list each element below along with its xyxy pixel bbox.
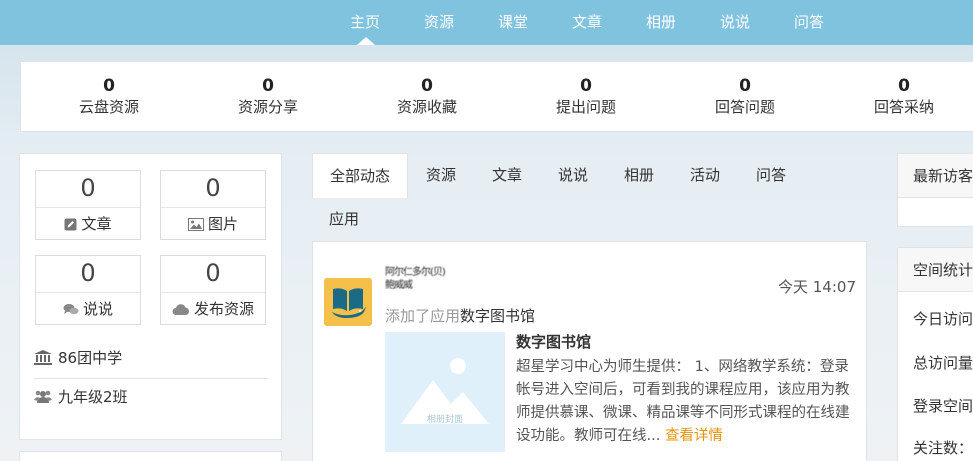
edit-icon bbox=[64, 216, 77, 236]
profile-panel-secondary bbox=[19, 451, 282, 461]
nav-albums[interactable]: 相册 bbox=[646, 0, 676, 45]
tab-resources[interactable]: 资源 bbox=[416, 153, 466, 198]
activity-tabs: 全部动态 资源 文章 说说 相册 活动 问答 应用 bbox=[312, 153, 867, 241]
stat-today-visits: 今日访问 bbox=[913, 310, 973, 328]
top-nav: 主页 资源 课堂 文章 相册 说说 问答 bbox=[0, 0, 973, 45]
image-icon bbox=[187, 216, 204, 236]
comments-icon bbox=[63, 301, 79, 321]
tile-label: 文章 bbox=[81, 215, 112, 233]
stat-cloud-resources[interactable]: 0 云盘资源 bbox=[49, 76, 169, 118]
tile-divider bbox=[161, 292, 265, 293]
tile-count: 0 bbox=[80, 259, 96, 287]
cloud-icon bbox=[172, 301, 190, 321]
school-name: 86团中学 bbox=[58, 349, 123, 367]
stat-value: 0 bbox=[739, 76, 751, 96]
tab-qa[interactable]: 问答 bbox=[746, 153, 796, 198]
tab-activities[interactable]: 活动 bbox=[680, 153, 730, 198]
space-stats-panel: 空间统计 今日访问 总访问量 登录空间 关注数： bbox=[897, 247, 973, 461]
tile-count: 0 bbox=[205, 174, 221, 202]
stat-value: 0 bbox=[898, 76, 910, 96]
divider bbox=[34, 378, 268, 379]
stat-value: 0 bbox=[103, 76, 115, 96]
tile-articles[interactable]: 0 文章 bbox=[35, 170, 141, 240]
stat-label: 资源收藏 bbox=[396, 98, 457, 116]
user-name[interactable]: ​阿尔仁多尔(贝) ​​​​鲍威威 bbox=[385, 266, 446, 292]
tab-albums[interactable]: 相册 bbox=[614, 153, 664, 198]
school-row: 86团中学 bbox=[34, 348, 122, 370]
view-details-link[interactable]: 查看详情 bbox=[665, 428, 723, 444]
stat-shared-resources[interactable]: 0 资源分享 bbox=[208, 76, 328, 118]
activity-action: 添加了应用数字图书馆 bbox=[385, 305, 535, 326]
users-icon bbox=[34, 389, 52, 409]
tile-count: 0 bbox=[205, 259, 221, 287]
stat-label: 回答问题 bbox=[714, 98, 775, 116]
tab-all-activity[interactable]: 全部动态 bbox=[312, 153, 408, 198]
tile-publish-resource[interactable]: 0 发布资源 bbox=[160, 255, 266, 325]
image-placeholder-icon bbox=[401, 358, 489, 424]
tile-images[interactable]: 0 图片 bbox=[160, 170, 266, 240]
stat-followers: 关注数： bbox=[913, 439, 973, 457]
class-name: 九年级2班 bbox=[58, 388, 128, 406]
tile-divider bbox=[36, 292, 140, 293]
nav-posts[interactable]: 说说 bbox=[720, 0, 750, 45]
nav-qa[interactable]: 问答 bbox=[794, 0, 824, 45]
tile-divider bbox=[161, 207, 265, 208]
cover-label: 相册封面 bbox=[426, 415, 463, 425]
tile-label: 图片 bbox=[207, 215, 238, 233]
stat-value: 0 bbox=[580, 76, 592, 96]
action-text: 添加了应用 bbox=[385, 307, 461, 325]
activity-feed: ​阿尔仁多尔(贝) ​​​​鲍威威 今天 14:07 添加了应用数字图书馆 相册… bbox=[312, 241, 867, 461]
app-cover-image[interactable]: 相册封面 bbox=[385, 332, 505, 452]
stat-answers-accepted[interactable]: 0 回答采纳 bbox=[844, 76, 964, 118]
stat-value: 0 bbox=[262, 76, 274, 96]
tab-articles[interactable]: 文章 bbox=[482, 153, 532, 198]
stat-questions-asked[interactable]: 0 提出问题 bbox=[526, 76, 646, 118]
nav-classroom[interactable]: 课堂 bbox=[498, 0, 528, 45]
nav-resources[interactable]: 资源 bbox=[424, 0, 454, 45]
stat-questions-answered[interactable]: 0 回答问题 bbox=[685, 76, 805, 118]
stat-total-visits: 总访问量 bbox=[913, 354, 973, 372]
tile-label: 发布资源 bbox=[193, 300, 254, 318]
stat-label: 提出问题 bbox=[555, 98, 616, 116]
tile-label: 说说 bbox=[82, 300, 113, 318]
tab-posts[interactable]: 说说 bbox=[548, 153, 598, 198]
active-nav-indicator bbox=[357, 37, 375, 45]
tile-posts[interactable]: 0 说说 bbox=[35, 255, 141, 325]
stat-label: 云盘资源 bbox=[78, 98, 139, 116]
tile-count: 0 bbox=[80, 174, 96, 202]
stat-value: 0 bbox=[421, 76, 433, 96]
profile-panel: 0 文章 0 图片 0 说说 0 发布资源 86团中学 九年级2班 bbox=[19, 153, 282, 440]
stats-bar: 0 云盘资源 0 资源分享 0 资源收藏 0 提出问题 0 回答问题 0 回答采… bbox=[20, 61, 973, 132]
app-description: 超星学习中心为师生提供： 1、网络教学系统：登录帐号进入空间后，可看到我的课程应… bbox=[516, 356, 851, 448]
post-time: 今天 14:07 bbox=[778, 278, 856, 296]
recent-visitors-panel: 最新访客 bbox=[897, 153, 973, 227]
app-title[interactable]: 数字图书馆 bbox=[516, 331, 591, 352]
institution-icon bbox=[34, 350, 52, 370]
tab-apps[interactable]: 应用 bbox=[319, 197, 369, 242]
stat-label: 回答采纳 bbox=[873, 98, 934, 116]
app-name-link[interactable]: 数字图书馆 bbox=[460, 307, 535, 325]
recent-visitors-title: 最新访客 bbox=[898, 154, 973, 198]
class-row: 九年级2班 bbox=[34, 387, 128, 409]
stat-logins: 登录空间 bbox=[913, 397, 973, 415]
stat-favorites[interactable]: 0 资源收藏 bbox=[367, 76, 487, 118]
tile-divider bbox=[36, 207, 140, 208]
stat-label: 资源分享 bbox=[237, 98, 298, 116]
library-app-logo[interactable] bbox=[324, 278, 372, 326]
nav-articles[interactable]: 文章 bbox=[572, 0, 602, 45]
space-stats-title: 空间统计 bbox=[898, 248, 973, 292]
